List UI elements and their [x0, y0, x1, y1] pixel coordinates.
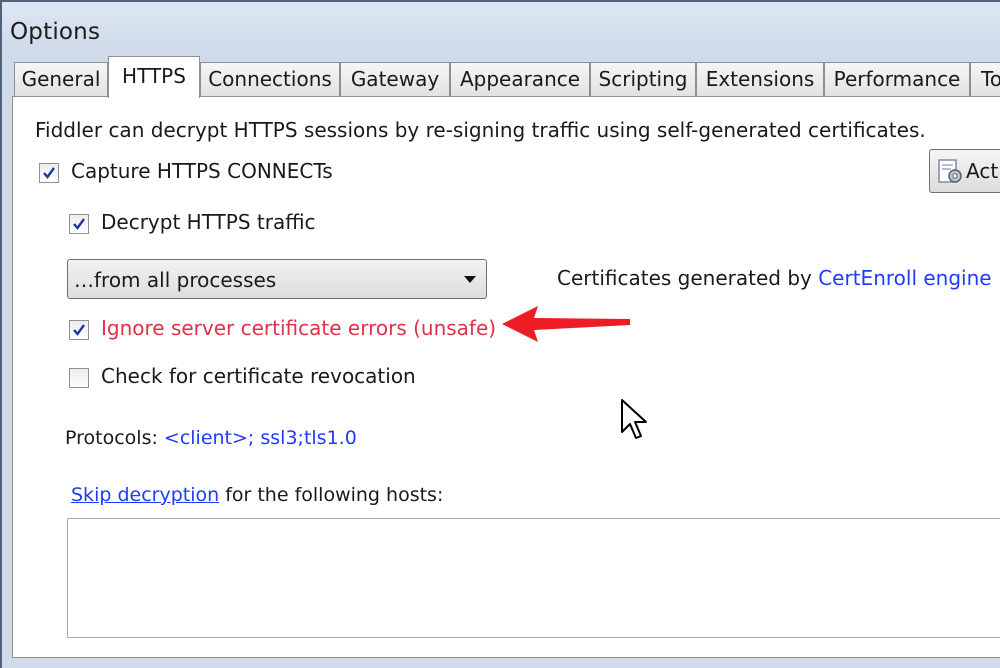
process-filter-dropdown[interactable]: …from all processes: [67, 259, 487, 299]
https-description: Fiddler can decrypt HTTPS sessions by re…: [35, 118, 926, 142]
chevron-down-icon: [464, 276, 476, 283]
decrypt-traffic-label[interactable]: Decrypt HTTPS traffic: [101, 210, 316, 234]
check-icon: [43, 167, 55, 179]
skip-decryption-link[interactable]: Skip decryption: [71, 484, 219, 506]
skip-hosts-textarea[interactable]: [67, 518, 1000, 638]
tab-connections[interactable]: Connections: [200, 62, 340, 96]
protocols-label: Protocols:: [65, 427, 164, 449]
cert-generator-prefix: Certificates generated by: [557, 266, 819, 290]
check-icon: [73, 324, 85, 336]
red-arrow-icon: [502, 306, 630, 342]
tab-performance[interactable]: Performance: [824, 62, 970, 96]
window-title: Options: [10, 19, 101, 45]
decrypt-traffic-checkbox[interactable]: [69, 214, 89, 234]
check-icon: [73, 218, 85, 230]
tab-gateway[interactable]: Gateway: [340, 62, 450, 96]
process-filter-value: …from all processes: [74, 268, 277, 292]
tab-https[interactable]: HTTPS: [108, 56, 200, 98]
capture-connects-checkbox[interactable]: [39, 163, 59, 183]
certificate-gear-icon: [938, 159, 962, 183]
ignore-cert-errors-checkbox[interactable]: [69, 320, 89, 340]
check-revocation-label[interactable]: Check for certificate revocation: [101, 364, 416, 388]
skip-decryption-row: Skip decryption for the following hosts:: [71, 484, 443, 506]
tab-scripting[interactable]: Scripting: [590, 62, 696, 96]
ignore-cert-errors-label[interactable]: Ignore server certificate errors (unsafe…: [101, 316, 496, 340]
check-revocation-checkbox[interactable]: [69, 368, 89, 388]
tab-tools[interactable]: To: [970, 62, 1000, 96]
actions-button[interactable]: Act: [929, 149, 1000, 193]
protocols-row: Protocols: <client>; ssl3;tls1.0: [65, 427, 357, 449]
protocols-link[interactable]: <client>; ssl3;tls1.0: [164, 427, 357, 449]
tab-extensions[interactable]: Extensions: [696, 62, 824, 96]
mouse-cursor-icon: [621, 399, 647, 439]
skip-decryption-suffix: for the following hosts:: [219, 484, 444, 506]
tab-general[interactable]: General: [14, 62, 108, 96]
https-tab-panel: Fiddler can decrypt HTTPS sessions by re…: [12, 96, 1000, 658]
cert-generator-text: Certificates generated by CertEnroll eng…: [557, 266, 992, 290]
certenroll-engine-link[interactable]: CertEnroll engine: [818, 266, 991, 290]
capture-connects-label[interactable]: Capture HTTPS CONNECTs: [71, 159, 333, 183]
actions-button-label: Act: [966, 159, 999, 183]
tab-appearance[interactable]: Appearance: [450, 62, 590, 96]
